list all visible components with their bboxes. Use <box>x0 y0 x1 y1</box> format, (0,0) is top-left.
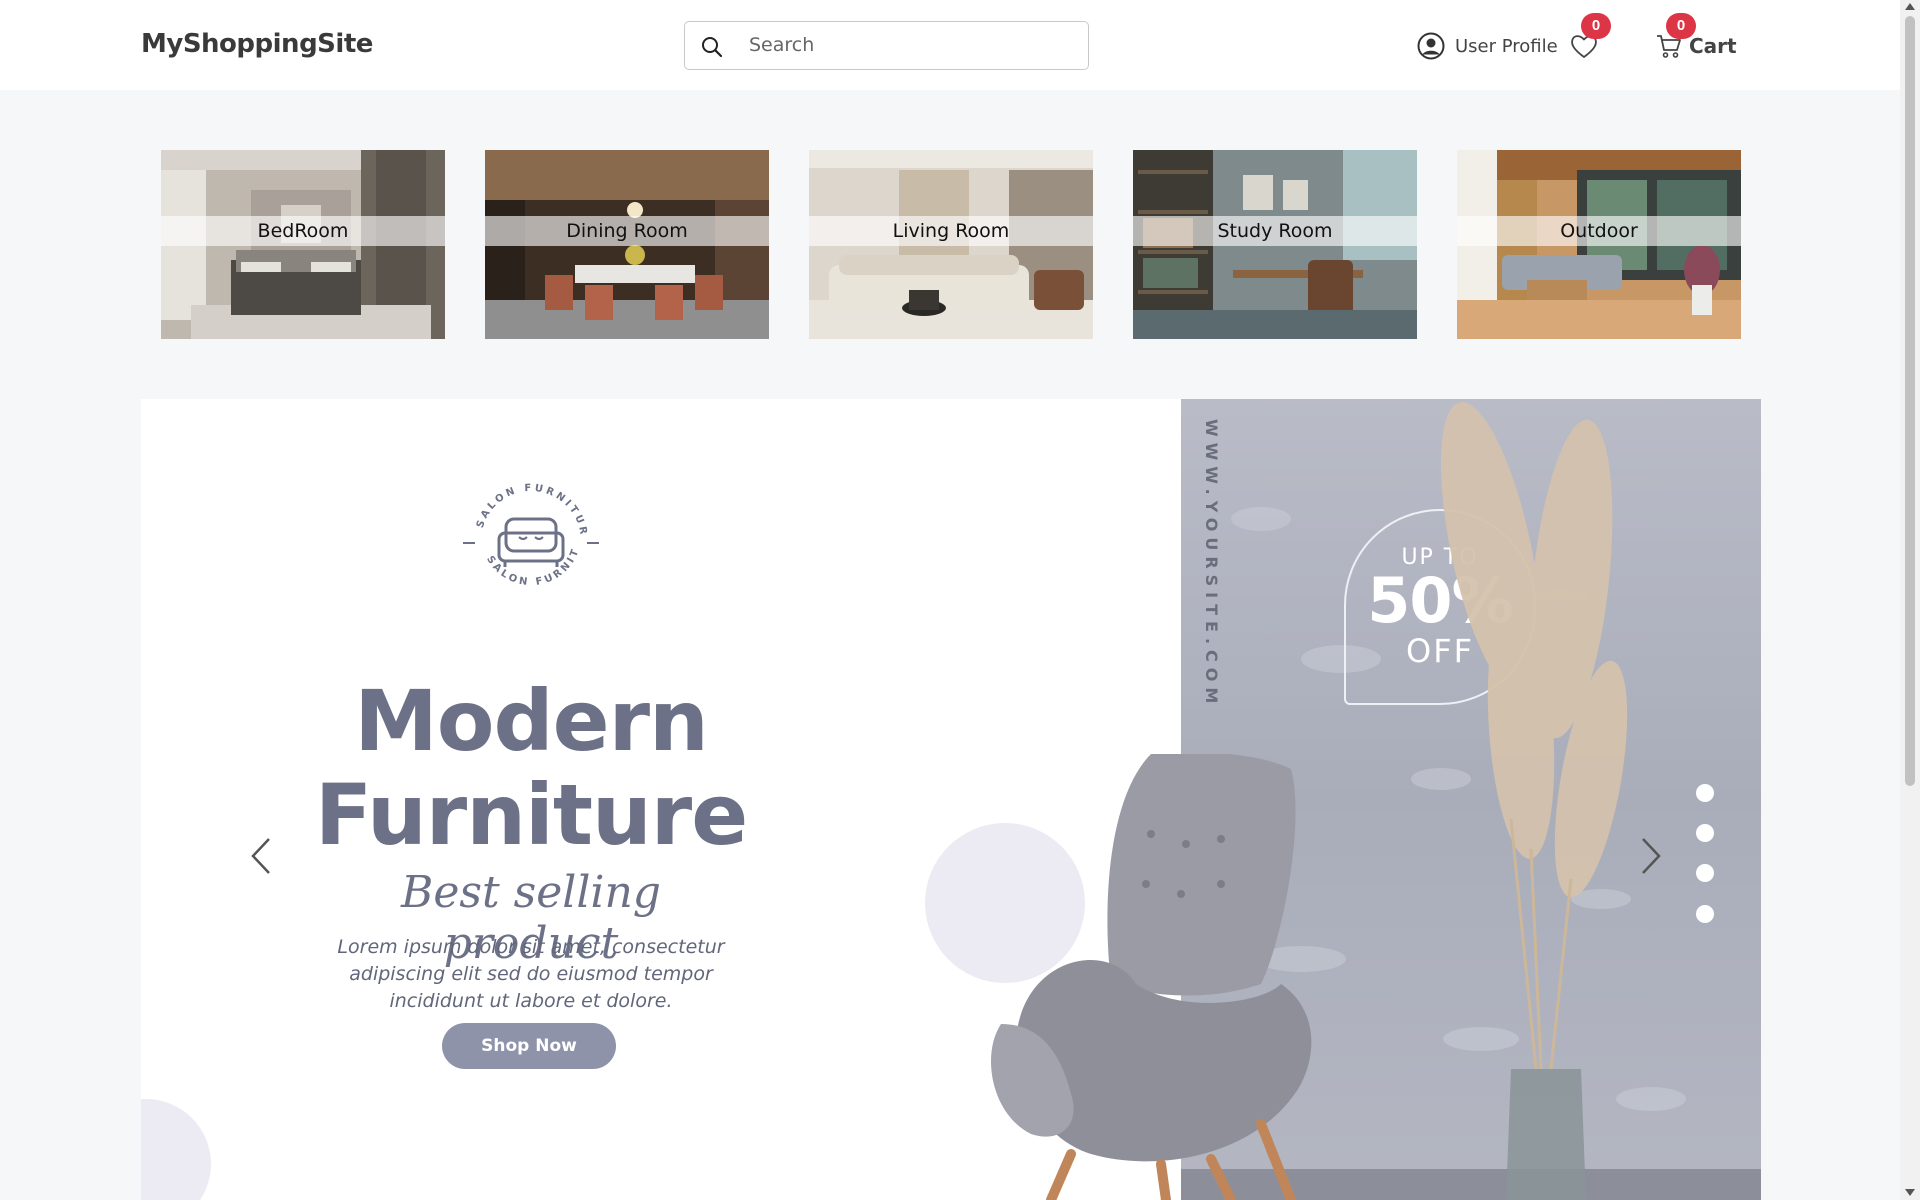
user-profile-link[interactable]: User Profile <box>1417 30 1558 62</box>
brand-logo[interactable]: MyShoppingSite <box>141 29 373 59</box>
user-circle-icon <box>1417 32 1445 60</box>
decorative-circle <box>141 1099 211 1200</box>
carousel-next-arrow-icon[interactable] <box>1631 831 1671 881</box>
scroll-down-arrow-icon[interactable] <box>1905 1189 1915 1196</box>
category-card-bedroom[interactable]: BedRoom <box>161 150 445 339</box>
cart-link[interactable]: Cart <box>1655 30 1737 62</box>
cart-count-badge: 0 <box>1666 13 1696 39</box>
category-label: Outdoor <box>1457 216 1741 246</box>
cart-label: Cart <box>1689 34 1737 58</box>
svg-text:SALON FURNITURE: SALON FURNITURE <box>461 471 589 538</box>
carousel-dot[interactable] <box>1696 824 1714 842</box>
website-text: WWW.YOURSITE.COM <box>1202 419 1221 710</box>
category-label: Dining Room <box>485 216 769 246</box>
search-box[interactable] <box>684 21 1089 70</box>
site-header: MyShoppingSite User Profile 0 Cart 0 <box>0 0 1900 90</box>
wishlist-count-badge: 0 <box>1581 13 1611 39</box>
page-scrollbar[interactable] <box>1900 0 1920 1200</box>
category-card-outdoor[interactable]: Outdoor <box>1457 150 1741 339</box>
search-icon <box>702 37 723 58</box>
pampas-vase-image <box>1440 402 1628 1200</box>
category-card-living-room[interactable]: Living Room <box>809 150 1093 339</box>
headline-line: Modern <box>354 672 709 770</box>
carousel-dot[interactable] <box>1696 784 1714 802</box>
category-card-study-room[interactable]: Study Room <box>1133 150 1417 339</box>
headline-line: Furniture <box>314 766 748 864</box>
promo-carousel: WWW.YOURSITE.COM UP TO 50% OFF SALON FUR… <box>141 399 1761 1200</box>
armchair-image <box>991 754 1312 1200</box>
banner-description: Lorem ipsum dolor sit amet, consectetur … <box>337 936 725 1012</box>
carousel-dot[interactable] <box>1696 864 1714 882</box>
category-label: Living Room <box>809 216 1093 246</box>
scrollbar-thumb[interactable] <box>1905 16 1915 786</box>
category-label: Study Room <box>1133 216 1417 246</box>
category-card-dining-room[interactable]: Dining Room <box>485 150 769 339</box>
carousel-indicators <box>1696 784 1716 924</box>
category-label: BedRoom <box>161 216 445 246</box>
scroll-up-arrow-icon[interactable] <box>1905 3 1915 10</box>
sofa-seal-logo: SALON FURNITURE SALON FURNITURE <box>461 471 599 588</box>
banner-headline: Modern Furniture <box>291 674 771 862</box>
carousel-dot[interactable] <box>1696 905 1714 923</box>
user-profile-label: User Profile <box>1455 35 1558 57</box>
carousel-prev-arrow-icon[interactable] <box>241 831 281 881</box>
shop-now-button[interactable]: Shop Now <box>442 1023 616 1069</box>
search-input[interactable] <box>749 30 1069 60</box>
